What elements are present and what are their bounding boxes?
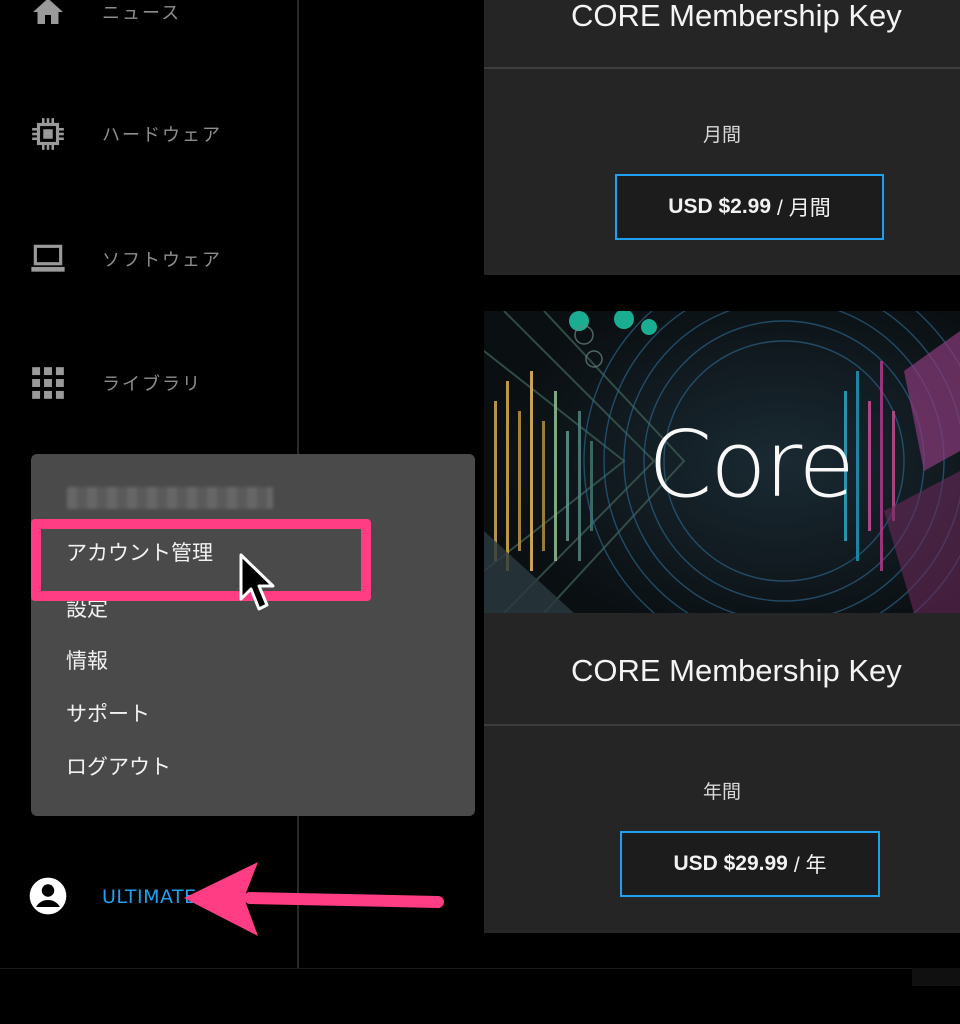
pink-arrow-icon <box>180 858 450 942</box>
sidebar-item-label: ソフトウェア <box>102 250 222 271</box>
grid-icon <box>28 363 68 403</box>
price-button-monthly[interactable]: USD $2.99 / 月間 <box>615 174 884 240</box>
account-circle-icon[interactable] <box>26 874 70 922</box>
bottom-bar <box>0 968 960 1024</box>
price-unit: / 年 <box>793 854 827 877</box>
card-divider <box>484 67 960 69</box>
mouse-cursor-icon <box>237 553 281 621</box>
sidebar-item-label: ハードウェア <box>102 125 222 146</box>
account-popup-menu: アカウント管理 設定 情報 サポート ログアウト <box>31 454 475 816</box>
product-card-yearly: CORE Membership Key 年間 USD $29.99 / 年 <box>484 613 960 933</box>
menu-item-logout[interactable]: ログアウト <box>66 751 171 781</box>
price-button-yearly[interactable]: USD $29.99 / 年 <box>620 831 880 897</box>
sidebar-item-software[interactable]: ソフトウェア <box>0 229 298 289</box>
sidebar-item-label: ライブラリ <box>102 374 202 395</box>
sidebar-item-library[interactable]: ライブラリ <box>0 353 298 413</box>
price-unit: / 月間 <box>777 197 831 220</box>
menu-item-info[interactable]: 情報 <box>66 645 108 675</box>
price-amount: USD $2.99 <box>668 195 772 218</box>
core-banner-image: Core <box>484 311 960 613</box>
highlight-annotation-box <box>31 519 371 601</box>
billing-period: 年間 <box>702 781 741 803</box>
banner-title: Core <box>648 411 855 518</box>
product-title: CORE Membership Key <box>571 653 902 688</box>
product-card-monthly: CORE Membership Key 月間 USD $2.99 / 月間 <box>484 0 960 275</box>
home-icon <box>28 0 68 32</box>
sidebar-item-hardware[interactable]: ハードウェア <box>0 104 298 164</box>
sidebar-item-label: ニュース <box>102 3 182 24</box>
blurred-username <box>67 487 273 509</box>
menu-item-support[interactable]: サポート <box>66 698 150 728</box>
billing-period: 月間 <box>702 124 741 146</box>
product-title: CORE Membership Key <box>571 0 902 33</box>
price-amount: USD $29.99 <box>673 852 788 875</box>
card-divider <box>484 724 960 726</box>
sidebar-item-news[interactable]: ニュース <box>0 0 298 42</box>
bottom-bar-corner <box>912 968 960 986</box>
chip-icon <box>28 114 68 154</box>
laptop-icon <box>28 239 68 279</box>
